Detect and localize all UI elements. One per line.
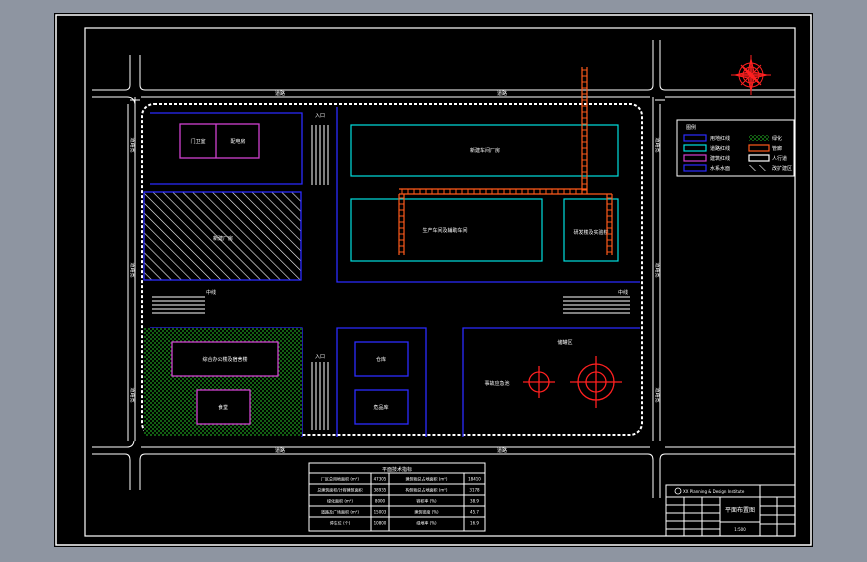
road-bottom-label: 道路	[275, 447, 285, 454]
mid-building-label: 生产车间及辅助车间	[422, 227, 467, 234]
table-cell: 47305	[374, 477, 387, 482]
road-left-label-2: 道路宽	[129, 262, 136, 277]
legend-left-3: 水系水面	[710, 165, 730, 172]
tank-label: 事故应急池	[484, 380, 509, 387]
road-right-label: 道路宽	[654, 137, 661, 152]
legend-right-3: 改扩建区	[772, 165, 792, 172]
table-cell: 38935	[374, 488, 387, 493]
entrance-bottom-label: 入口	[315, 354, 325, 360]
road-top-label-2: 道路	[497, 90, 507, 97]
table-cell: 18410	[468, 477, 481, 482]
road-right-label-2: 道路宽	[654, 262, 661, 277]
road-right-label-3: 道路宽	[654, 387, 661, 402]
table-cell: 建筑物总占地面积 (m²)	[406, 476, 448, 482]
road-left-label: 道路宽	[129, 137, 136, 152]
legend-left-2: 建筑红线	[710, 155, 730, 162]
table-cell: 总建筑面积/计容建筑面积	[317, 487, 362, 493]
legend-right-2: 人行道	[772, 155, 787, 162]
table-cell: 构筑物总占地面积 (m²)	[406, 487, 448, 493]
table-cell: 绿地率 (%)	[416, 520, 437, 526]
tank-area-title: 储罐区	[557, 339, 572, 346]
gate-a-label: 门卫室	[190, 138, 205, 145]
drawing-scale: 1:500	[734, 527, 746, 532]
table-cell: 建筑密度 (%)	[414, 509, 439, 515]
table-title: 平面技术指标	[382, 466, 412, 473]
table-cell: 停车位 (个)	[330, 520, 351, 526]
block-b-label: 危品库	[373, 404, 388, 411]
legend-swatch-hatch	[749, 165, 769, 171]
mid-road-left-label: 中线	[206, 289, 216, 296]
legend-right-1: 管廊	[772, 145, 782, 152]
legend-title: 图例	[686, 124, 696, 131]
legend-right-0: 绿化	[772, 135, 782, 142]
road-bottom-label-2: 道路	[497, 447, 507, 454]
table-cell: 8000	[375, 499, 386, 504]
legend-left-0: 用地红线	[710, 135, 730, 142]
table-cell: 绿化面积 (m²)	[327, 498, 353, 504]
cad-drawing: 新建厂房 门卫室 配电房 新建车间厂房 生产车间及辅助车间 研发楼及实验楼 综合…	[54, 13, 813, 547]
table-cell: 16.9	[470, 521, 479, 526]
block-a-label: 仓库	[376, 356, 386, 363]
table-cell: 38.9	[470, 499, 479, 504]
entrance-top-label: 入口	[315, 113, 325, 119]
road-left-label-3: 道路宽	[129, 387, 136, 402]
table-cell: 10800	[374, 521, 387, 526]
table-cell: 3178	[469, 488, 480, 493]
table-cell: 厂区总用地面积 (m²)	[321, 476, 359, 482]
small-office-label: 食堂	[218, 404, 228, 411]
mid-road-right-label: 中线	[618, 289, 628, 296]
right-small-building-label: 研发楼及实验楼	[573, 229, 608, 236]
table-cell: 45.7	[470, 510, 479, 515]
drawing-title: 平面布置图	[725, 506, 755, 514]
table-cell: 15003	[374, 510, 387, 515]
road-top-label: 道路	[275, 90, 285, 97]
table-cell: 道路及广场面积 (m²)	[321, 509, 359, 515]
legend-left-1: 道路红线	[710, 145, 730, 152]
legend-swatch-green	[749, 135, 769, 141]
hatched-building-label: 新建厂房	[213, 235, 233, 242]
gate-b-label: 配电房	[230, 138, 245, 145]
company-name: XX Planning & Design Institute	[683, 489, 745, 494]
table-cell: 容积率 (%)	[416, 498, 437, 504]
green-building-label: 综合办公楼及宿舍楼	[202, 356, 247, 363]
top-right-building-label: 新建车间厂房	[470, 147, 500, 154]
